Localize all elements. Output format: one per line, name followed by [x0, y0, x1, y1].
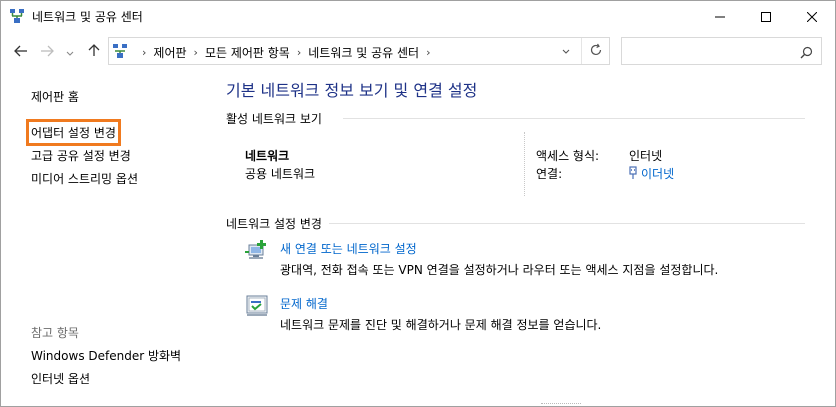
window-title: 네트워크 및 공유 센터	[32, 10, 143, 24]
back-button[interactable]	[11, 41, 31, 61]
refresh-icon	[589, 42, 603, 61]
maximize-button[interactable]	[743, 1, 789, 32]
breadcrumb-separator-icon[interactable]: ›	[297, 46, 301, 59]
resize-grip	[541, 403, 581, 406]
connection-label: 연결:	[536, 167, 563, 181]
network-category-link[interactable]: 공용 네트워크	[245, 165, 315, 182]
forward-button[interactable]	[37, 41, 57, 61]
network-sharing-center-window: 네트워크 및 공유 센터 › 제어판 › 모든 제어판 항목 › 네트워크 및 …	[0, 0, 836, 407]
ethernet-label[interactable]: 이더넷	[641, 167, 674, 181]
close-button[interactable]	[789, 1, 835, 32]
new-connection-icon[interactable]	[245, 240, 269, 262]
new-connection-link[interactable]: 새 연결 또는 네트워크 설정	[280, 240, 417, 257]
refresh-button[interactable]	[581, 38, 609, 64]
minimize-icon	[715, 7, 725, 26]
advanced-sharing-settings-link[interactable]: 고급 공유 설정 변경	[31, 147, 131, 164]
access-type-label: 액세스 형식:	[536, 149, 600, 163]
breadcrumb-control-panel[interactable]: 제어판	[153, 44, 186, 61]
control-panel-home-link[interactable]: 제어판 홈	[31, 88, 79, 105]
address-dropdown-button[interactable]	[559, 45, 573, 59]
see-also-label: 참고 항목	[31, 326, 79, 340]
recent-locations-button[interactable]	[63, 41, 77, 61]
chevron-down-icon	[66, 42, 74, 61]
ethernet-icon	[629, 166, 637, 183]
breadcrumb: › 제어판 › 모든 제어판 항목 › 네트워크 및 공유 센터 ›	[135, 44, 437, 61]
section-divider	[329, 223, 805, 224]
network-name: 네트워크	[245, 149, 290, 163]
windows-defender-firewall-link[interactable]: Windows Defender 방화벽	[31, 347, 181, 364]
internet-options-link[interactable]: 인터넷 옵션	[31, 370, 90, 387]
new-connection-description: 광대역, 전화 접속 또는 VPN 연결을 설정하거나 라우터 또는 액세스 지…	[280, 263, 719, 277]
breadcrumb-network-center[interactable]: 네트워크 및 공유 센터	[308, 44, 419, 61]
minimize-button[interactable]	[697, 1, 743, 32]
breadcrumb-all-items[interactable]: 모든 제어판 항목	[205, 44, 290, 61]
vertical-divider	[524, 132, 525, 196]
page-title: 기본 네트워크 정보 보기 및 연결 설정	[226, 81, 478, 100]
change-adapter-settings-link[interactable]: 어댑터 설정 변경	[26, 119, 121, 146]
section-divider	[343, 118, 805, 119]
breadcrumb-separator-icon[interactable]: ›	[142, 46, 146, 59]
title-bar[interactable]: 네트워크 및 공유 센터	[1, 1, 835, 32]
media-streaming-options-link[interactable]: 미디어 스트리밍 옵션	[31, 170, 138, 187]
troubleshoot-description: 네트워크 문제를 진단 및 해결하거나 문제 해결 정보를 얻습니다.	[280, 318, 602, 332]
search-input[interactable]	[621, 37, 822, 65]
maximize-icon	[761, 7, 771, 26]
back-arrow-icon	[14, 42, 28, 61]
forward-arrow-icon	[40, 42, 54, 61]
breadcrumb-separator-icon[interactable]: ›	[426, 46, 430, 59]
up-arrow-icon	[88, 42, 100, 61]
change-settings-heading: 네트워크 설정 변경	[226, 217, 322, 231]
control-panel-icon	[112, 43, 128, 59]
close-icon	[806, 7, 818, 26]
troubleshoot-link[interactable]: 문제 해결	[280, 295, 328, 312]
up-button[interactable]	[85, 41, 103, 61]
breadcrumb-separator-icon[interactable]: ›	[194, 46, 198, 59]
ethernet-connection-link[interactable]: 이더넷	[629, 165, 674, 183]
task-pane: 제어판 홈 어댑터 설정 변경 고급 공유 설정 변경 미디어 스트리밍 옵션 …	[1, 70, 211, 406]
active-networks-heading: 활성 네트워크 보기	[226, 112, 322, 126]
address-bar[interactable]: › 제어판 › 모든 제어판 항목 › 네트워크 및 공유 센터 ›	[108, 37, 610, 65]
troubleshoot-icon[interactable]	[245, 295, 269, 317]
access-type-value: 인터넷	[629, 149, 663, 163]
search-icon[interactable]	[800, 44, 813, 63]
network-center-icon	[9, 8, 25, 24]
navigation-bar: › 제어판 › 모든 제어판 항목 › 네트워크 및 공유 센터 ›	[1, 32, 835, 70]
main-content: 기본 네트워크 정보 보기 및 연결 설정 활성 네트워크 보기 네트워크 공용…	[211, 70, 831, 406]
